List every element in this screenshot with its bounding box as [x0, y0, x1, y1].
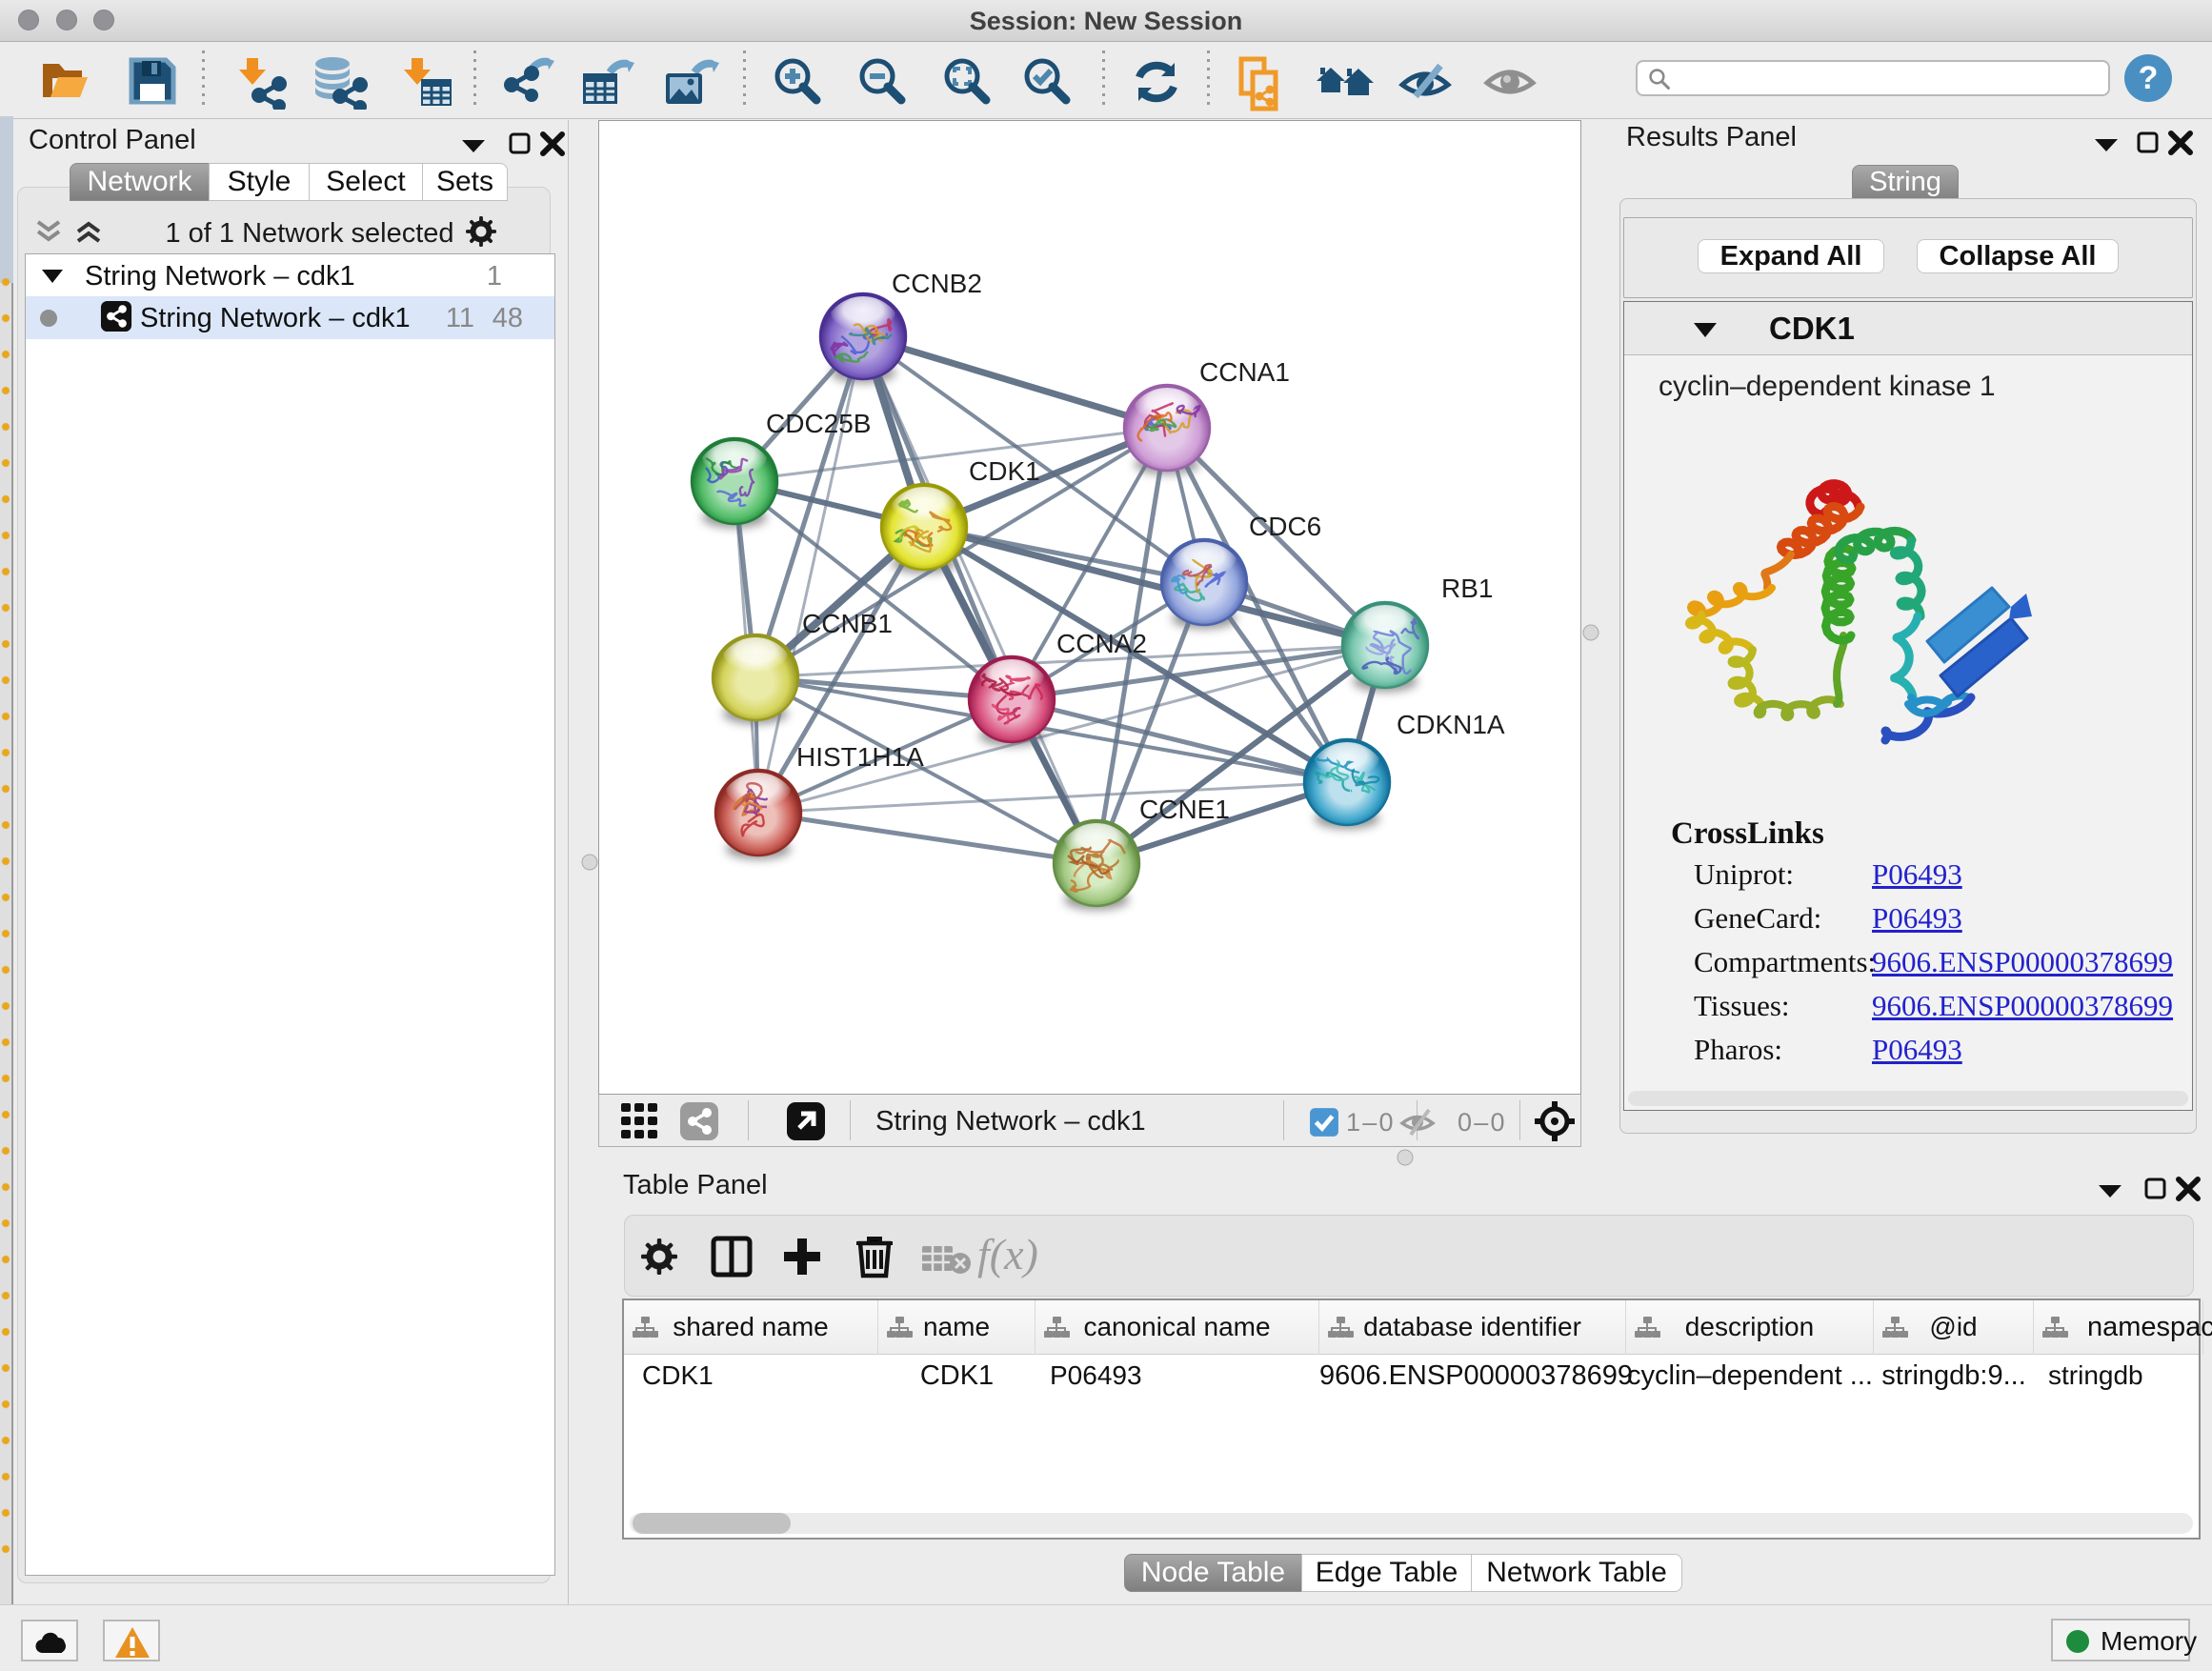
svg-text:CDC6: CDC6	[1249, 512, 1321, 541]
svg-text:CCNE1: CCNE1	[1139, 795, 1230, 824]
svg-text:CCNA2: CCNA2	[1056, 629, 1147, 658]
svg-text:HIST1H1A: HIST1H1A	[796, 742, 924, 772]
svg-text:CDK1: CDK1	[969, 456, 1040, 486]
svg-text:CDKN1A: CDKN1A	[1397, 710, 1505, 739]
svg-text:?: ?	[2139, 60, 2159, 96]
svg-text:CCNB1: CCNB1	[802, 609, 893, 638]
svg-text:CCNA1: CCNA1	[1199, 357, 1290, 387]
svg-text:CCNB2: CCNB2	[892, 269, 982, 298]
svg-text:CDC25B: CDC25B	[766, 409, 871, 438]
svg-text:RB1: RB1	[1441, 574, 1493, 603]
